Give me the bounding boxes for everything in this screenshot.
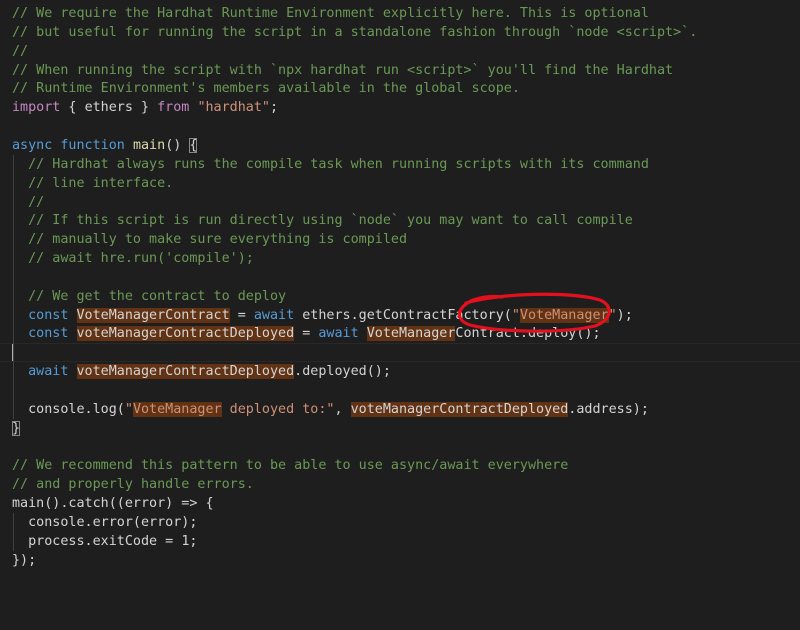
code-token: console.error(error);: [12, 514, 198, 530]
code-token: // line interface.: [12, 175, 174, 191]
code-token: // Runtime Environment's members availab…: [12, 81, 520, 97]
code-line: // If this script is run directly using …: [12, 211, 633, 230]
code-line: const voteManagerContractDeployed = awai…: [12, 324, 601, 343]
code-line: // Runtime Environment's members availab…: [12, 79, 520, 98]
code-line: console.error(error);: [12, 513, 197, 532]
current-line-highlight: [0, 343, 800, 363]
code-line: });: [12, 551, 36, 570]
code-line: // We recommend this pattern to be able …: [12, 456, 568, 475]
indent-guide: [13, 154, 14, 419]
code-token: // We recommend this pattern to be able …: [12, 458, 569, 474]
code-line: await voteManagerContractDeployed.deploy…: [12, 362, 391, 381]
code-token: process.exitCode =: [12, 533, 182, 549]
code-token: ethers: [84, 100, 133, 116]
code-token: =: [294, 326, 319, 342]
code-line: // but useful for running the script in …: [12, 23, 697, 42]
code-token: // If this script is run directly using …: [12, 213, 633, 229]
code-token: "hardhat": [197, 100, 270, 116]
code-line: //: [12, 193, 44, 212]
code-token: //: [12, 194, 45, 210]
code-token: voteManagerContractDeployed: [350, 401, 569, 417]
code-editor[interactable]: // We require the Hardhat Runtime Enviro…: [0, 0, 800, 630]
code-line: // When running the script with `npx har…: [12, 61, 673, 80]
code-token: // We get the contract to deploy: [12, 288, 287, 304]
code-line: // Hardhat always runs the compile task …: [12, 155, 649, 174]
code-token: }: [132, 100, 158, 116]
code-token: voteManagerContractDeployed: [76, 364, 295, 380]
code-line: async function main() {: [12, 136, 198, 155]
code-token: deployed to:": [221, 401, 335, 417]
code-token: function: [60, 137, 125, 153]
code-token: =: [229, 307, 254, 323]
code-line: //: [12, 42, 28, 61]
code-token: ": [124, 401, 133, 417]
code-token: // When running the script with `npx har…: [12, 62, 674, 78]
code-token: );: [616, 307, 633, 323]
code-token: // manually to make sure everything is c…: [12, 232, 408, 248]
code-token: await: [318, 326, 359, 342]
code-token: // and properly handle errors.: [12, 477, 254, 493]
code-token: from: [157, 100, 190, 116]
code-token: {: [60, 100, 85, 116]
code-token: VoteManager: [132, 401, 222, 417]
code-token: });: [12, 552, 37, 568]
code-token: // Hardhat always runs the compile task …: [12, 156, 649, 172]
code-token: ;: [270, 100, 279, 116]
code-token: // but useful for running the script in …: [12, 24, 698, 40]
code-token: // await hre.run('compile');: [12, 251, 254, 267]
code-token: console.log(: [12, 401, 125, 417]
code-token: ethers.getContractFactory(: [294, 307, 512, 323]
code-line: main().catch((error) => {: [12, 494, 214, 513]
code-token: (): [165, 137, 190, 153]
code-line: // manually to make sure everything is c…: [12, 230, 407, 249]
code-token: await: [253, 307, 295, 323]
code-token: Contract.deploy();: [455, 326, 601, 342]
code-token: voteManagerContractDeployed: [76, 326, 295, 342]
code-line: // We require the Hardhat Runtime Enviro…: [12, 4, 649, 23]
code-token: const: [28, 307, 69, 323]
code-token: main: [132, 137, 166, 153]
code-line: // line interface.: [12, 174, 173, 193]
code-line: import { ethers } from "hardhat";: [12, 98, 278, 117]
code-token: {: [189, 137, 198, 153]
code-token: main().catch((error) => {: [12, 496, 214, 512]
code-line: const VoteManagerContract = await ethers…: [12, 306, 633, 325]
code-token: import: [12, 100, 61, 116]
code-token: ": [511, 307, 520, 323]
code-token: ;: [189, 533, 198, 549]
code-token: ,: [334, 401, 351, 417]
code-line: console.log("VoteManager deployed to:", …: [12, 400, 649, 419]
code-token: await: [28, 364, 69, 380]
code-token: //: [12, 43, 29, 59]
code-token: const: [28, 326, 69, 342]
code-token: VoteManager: [366, 326, 456, 342]
indent-guide: [13, 512, 14, 551]
code-line: // and properly handle errors.: [12, 475, 254, 494]
code-token: }: [12, 420, 21, 436]
code-token: VoteManagerContract: [76, 307, 230, 323]
code-token: VoteManager: [519, 307, 609, 323]
code-token: async: [12, 137, 53, 153]
code-line: process.exitCode = 1;: [12, 532, 197, 551]
code-token: ": [608, 307, 617, 323]
code-token: // We require the Hardhat Runtime Enviro…: [12, 6, 649, 21]
code-token: .deployed();: [294, 364, 391, 380]
code-token: .address);: [568, 401, 649, 417]
code-line: // We get the contract to deploy: [12, 287, 286, 306]
code-line: // await hre.run('compile');: [12, 249, 254, 268]
code-line: }: [12, 419, 21, 438]
